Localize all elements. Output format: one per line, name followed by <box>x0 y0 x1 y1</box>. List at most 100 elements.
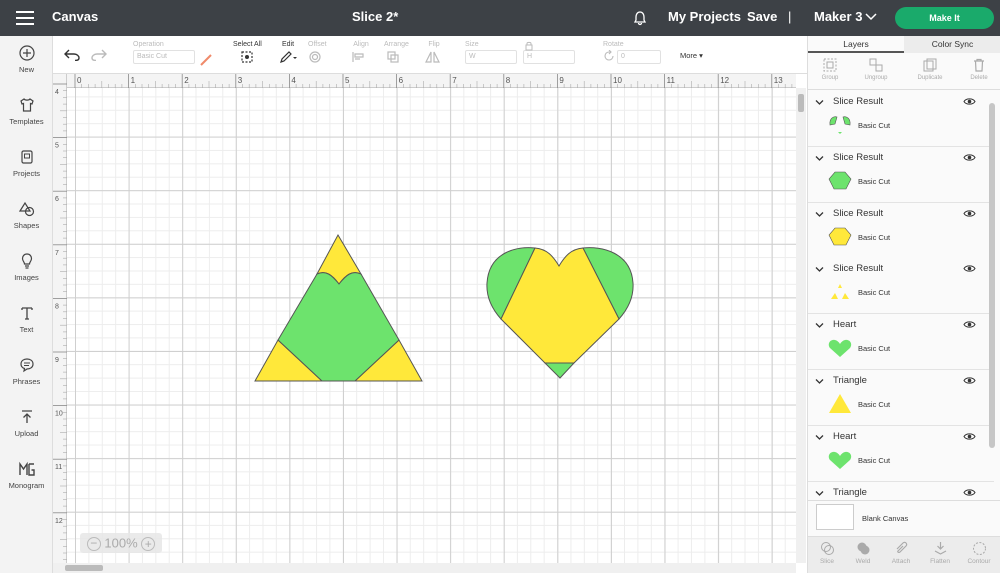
scrollbar-thumb[interactable] <box>798 94 804 112</box>
chevron-down-icon[interactable] <box>815 434 824 441</box>
top-ruler: 0 1 2 3 4 5 6 7 8 9 10 11 12 13 <box>53 74 796 88</box>
ruler-tick-label: 3 <box>238 76 243 85</box>
layer-name[interactable]: Heart <box>833 319 856 330</box>
chevron-down-icon[interactable] <box>815 490 824 497</box>
layer-row[interactable]: Heart Basic Cut <box>808 425 994 482</box>
undo-icon[interactable] <box>64 49 80 61</box>
chevron-down-icon[interactable] <box>815 266 824 273</box>
layer-thumbnail <box>831 284 849 300</box>
flip-control[interactable]: Flip <box>424 41 444 66</box>
rotate-field[interactable]: 0 <box>616 50 661 64</box>
select-all-control[interactable]: Select All <box>233 41 262 66</box>
chevron-down-icon[interactable] <box>815 378 824 385</box>
width-field[interactable]: W <box>465 50 517 64</box>
rotate-control[interactable]: Rotate 0 <box>603 41 661 64</box>
layer-name[interactable]: Triangle <box>833 375 867 386</box>
ruler-tick-label: 12 <box>720 76 729 85</box>
eye-icon[interactable] <box>963 263 976 274</box>
make-it-button[interactable]: Make It <box>895 7 994 29</box>
eye-icon[interactable] <box>963 208 976 219</box>
slice-button[interactable]: Slice <box>808 541 846 565</box>
eye-icon[interactable] <box>963 152 976 163</box>
pen-color-icon[interactable] <box>199 53 213 67</box>
operation-control[interactable]: Operation Basic Cut <box>133 41 195 64</box>
edit-control[interactable]: Edit <box>279 41 297 66</box>
lock-icon[interactable] <box>525 41 533 51</box>
attach-button[interactable]: Attach <box>882 541 920 565</box>
weld-button[interactable]: Weld <box>844 541 882 565</box>
layer-name[interactable]: Slice Result <box>833 152 883 163</box>
document-title[interactable]: Slice 2* <box>352 9 398 24</box>
sidebar-item-text[interactable]: Text <box>0 304 53 334</box>
tab-layers[interactable]: Layers <box>808 36 904 53</box>
canvas-vertical-scrollbar[interactable] <box>796 88 806 563</box>
menu-icon[interactable] <box>16 11 34 25</box>
layer-name[interactable]: Slice Result <box>833 263 883 274</box>
blank-canvas-row[interactable]: Blank Canvas <box>808 500 1000 536</box>
triangle-design[interactable] <box>254 233 423 382</box>
layer-name[interactable]: Triangle <box>833 487 867 498</box>
chevron-down-icon[interactable] <box>865 12 877 22</box>
layer-row[interactable]: Heart Basic Cut <box>808 314 994 371</box>
layer-row[interactable]: Slice Result Basic Cut <box>808 202 994 259</box>
flatten-button[interactable]: Flatten <box>921 541 959 565</box>
height-field[interactable]: H <box>522 50 575 64</box>
heart-tip-piece[interactable] <box>543 362 576 379</box>
layer-row[interactable]: Triangle Basic Cut <box>808 370 994 426</box>
operation-select[interactable]: Basic Cut <box>133 50 195 64</box>
redo-icon[interactable] <box>91 49 107 61</box>
sidebar-item-monogram[interactable]: Monogram <box>0 460 53 490</box>
top-bar: Canvas Slice 2* My Projects Save | Maker… <box>0 0 1000 36</box>
my-projects-link[interactable]: My Projects <box>668 9 741 24</box>
delete-button[interactable]: Delete <box>957 57 1000 81</box>
blank-canvas-swatch[interactable] <box>816 504 854 530</box>
layer-name[interactable]: Slice Result <box>833 96 883 107</box>
save-button[interactable]: Save <box>747 9 777 24</box>
sidebar-item-templates[interactable]: Templates <box>0 96 53 126</box>
offset-control[interactable]: Offset <box>308 41 327 66</box>
bell-icon[interactable] <box>632 10 648 26</box>
layers-scrollbar[interactable] <box>985 91 1000 499</box>
sidebar-item-upload[interactable]: Upload <box>0 408 53 438</box>
sidebar-item-images[interactable]: Images <box>0 252 53 282</box>
layer-thumbnail <box>828 171 852 190</box>
layer-name[interactable]: Heart <box>833 431 856 442</box>
sidebar-item-shapes[interactable]: Shapes <box>0 200 53 230</box>
design-canvas[interactable] <box>67 88 796 563</box>
weld-label: Weld <box>855 558 871 565</box>
layer-row[interactable]: Slice Result Basic Cut <box>808 146 994 203</box>
edit-toolbar: Operation Basic Cut Select All Edit Offs… <box>53 36 807 74</box>
size-control[interactable]: Size W H <box>465 41 575 64</box>
heart-design[interactable] <box>486 247 634 379</box>
layer-row[interactable]: Slice Result Basic Cut <box>808 258 994 315</box>
chevron-down-icon[interactable] <box>815 211 824 218</box>
tab-color-sync[interactable]: Color Sync <box>904 36 1000 53</box>
zoom-out-icon[interactable]: − <box>86 536 101 551</box>
text-icon <box>20 307 33 320</box>
eye-icon[interactable] <box>963 319 976 330</box>
scrollbar-thumb[interactable] <box>989 103 995 448</box>
group-button[interactable]: Group <box>808 57 852 81</box>
canvas-horizontal-scrollbar[interactable] <box>53 563 796 573</box>
more-menu[interactable]: More ▾ <box>680 51 703 60</box>
scrollbar-thumb[interactable] <box>65 565 103 571</box>
layer-row[interactable]: Slice Result Basic Cut <box>808 91 994 147</box>
sidebar-item-projects[interactable]: Projects <box>0 148 53 178</box>
sidebar-item-new[interactable]: New <box>0 44 53 74</box>
zoom-in-icon[interactable]: + <box>141 536 156 551</box>
chevron-down-icon[interactable] <box>815 99 824 106</box>
ungroup-button[interactable]: Ungroup <box>854 57 898 81</box>
eye-icon[interactable] <box>963 487 976 498</box>
machine-selector[interactable]: Maker 3 <box>814 9 862 24</box>
layer-name[interactable]: Slice Result <box>833 208 883 219</box>
chevron-down-icon[interactable] <box>815 155 824 162</box>
duplicate-button[interactable]: Duplicate <box>908 57 952 81</box>
align-control[interactable]: Align <box>351 41 371 66</box>
contour-button[interactable]: Contour <box>960 541 998 565</box>
eye-icon[interactable] <box>963 96 976 107</box>
sidebar-item-phrases[interactable]: Phrases <box>0 356 53 386</box>
eye-icon[interactable] <box>963 431 976 442</box>
arrange-control[interactable]: Arrange <box>384 41 409 66</box>
eye-icon[interactable] <box>963 375 976 386</box>
chevron-down-icon[interactable] <box>815 322 824 329</box>
